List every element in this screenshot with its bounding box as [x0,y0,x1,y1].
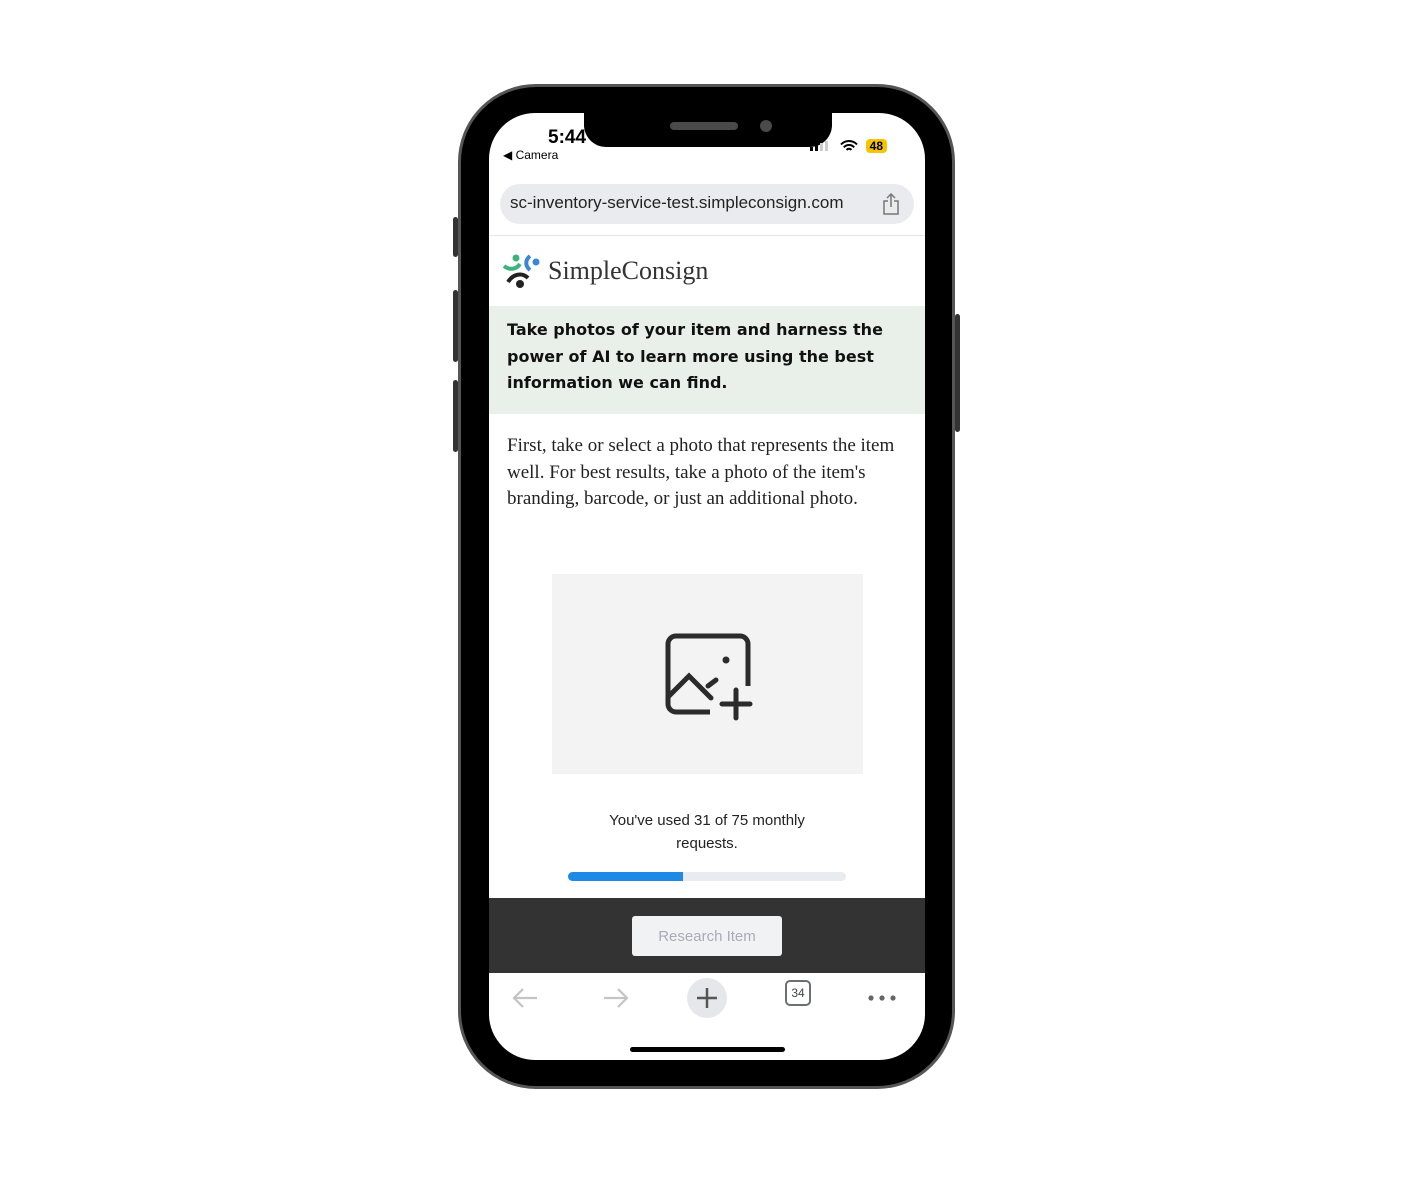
browser-toolbar: 34 [489,973,925,1023]
logo: SimpleConsign [502,252,708,290]
tabs-button[interactable]: 34 [785,973,811,1013]
divider [489,235,925,236]
action-footer: Research Item [489,898,925,973]
image-plus-icon [665,633,752,721]
logo-text: SimpleConsign [548,256,709,285]
volume-down-button [453,380,458,452]
instructions-text: First, take or select a photo that repre… [507,435,895,510]
home-indicator[interactable] [630,1047,785,1052]
simpleconsign-logo-icon [502,254,540,288]
forward-button[interactable] [600,978,632,1018]
notch [584,113,832,147]
address-bar[interactable]: sc-inventory-service-test.simpleconsign.… [500,184,914,224]
plus-icon [697,988,717,1008]
power-button [955,314,960,432]
photo-upload-area[interactable] [552,574,863,774]
signal-icon [809,141,828,151]
usage-progress-bar [568,872,846,881]
wifi-icon [839,139,858,151]
more-dots-icon [868,995,896,1001]
usage-text: You've used 31 of 75 monthly requests. [609,812,805,852]
status-time: 5:44 [548,127,587,148]
share-icon[interactable] [882,193,900,215]
url-text: sc-inventory-service-test.simpleconsign.… [510,193,844,212]
new-tab-button[interactable] [687,978,727,1018]
research-item-button[interactable]: Research Item [632,916,782,956]
screen: 5:44 ◀ Camera 48 sc-inventory-service-te… [489,113,925,1060]
tab-count: 34 [785,980,811,1006]
usage-progress-fill [568,872,683,881]
back-to-app-link[interactable]: ◀ Camera [503,148,558,162]
arrow-left-icon [512,988,537,1008]
battery-level: 48 [865,139,887,153]
back-button[interactable] [509,978,541,1018]
info-banner: Take photos of your item and harness the… [489,306,925,414]
arrow-right-icon [604,988,629,1008]
status-icons: 48 [809,139,887,153]
volume-up-button [453,290,458,362]
more-menu-button[interactable] [867,978,897,1018]
mute-switch [453,217,458,257]
